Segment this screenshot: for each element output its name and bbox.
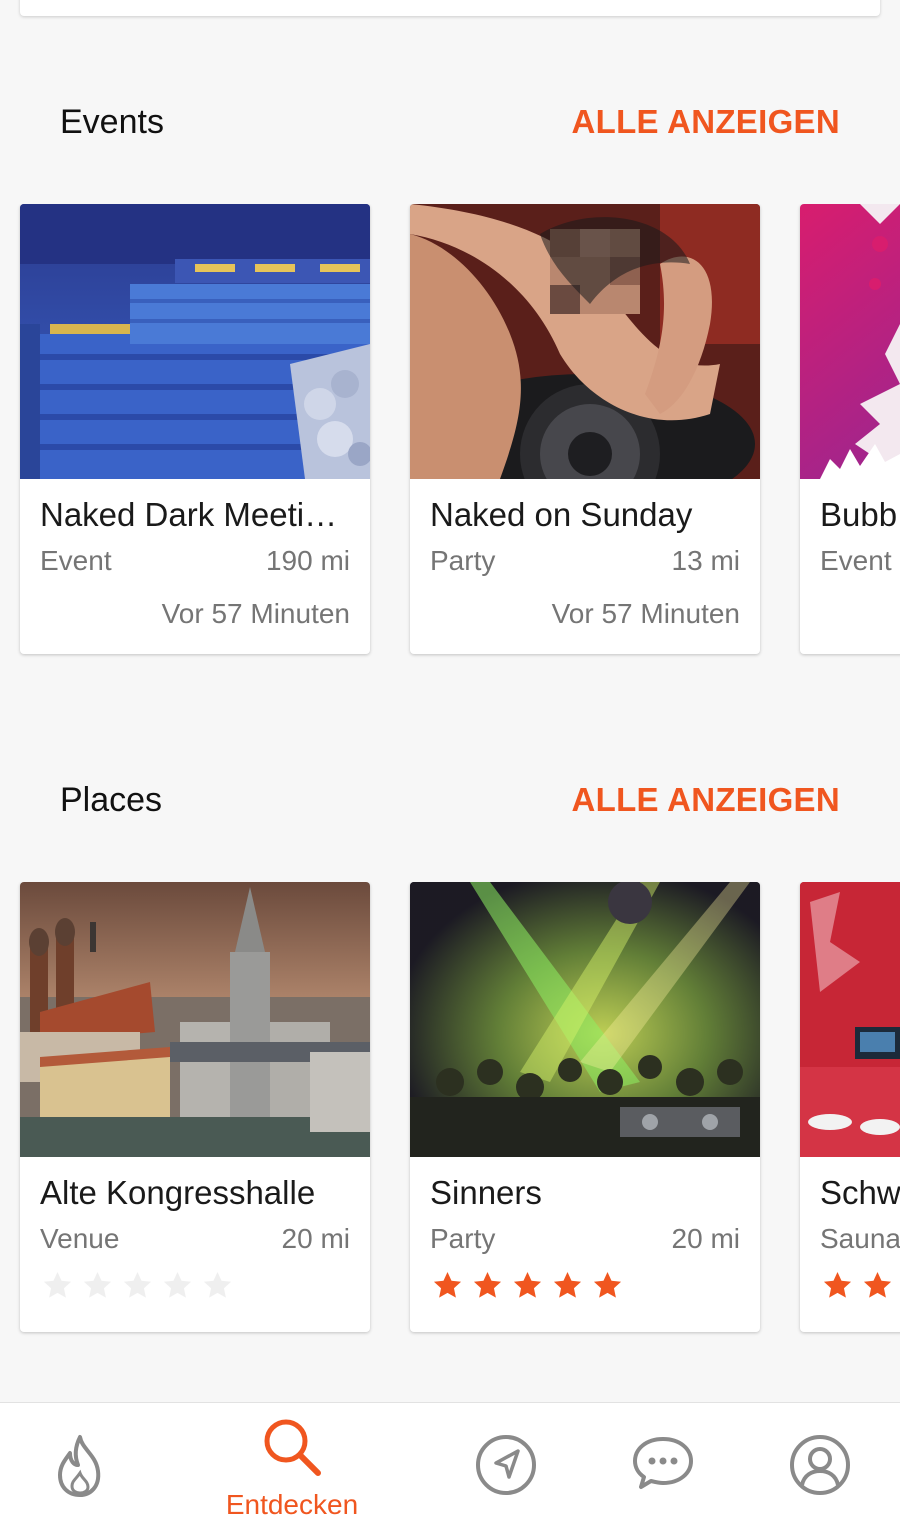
place-image-party bbox=[410, 882, 760, 1157]
event-time: Vor 57 Minuten bbox=[551, 598, 740, 629]
places-section-header: Places ALLE ANZEIGEN bbox=[0, 770, 900, 830]
events-section-title: Events bbox=[60, 102, 164, 141]
nav-discover-label: Entdecken bbox=[225, 1489, 359, 1520]
places-see-all-button[interactable]: ALLE ANZEIGEN bbox=[571, 781, 840, 819]
nav-messages[interactable] bbox=[583, 1403, 743, 1532]
place-card[interactable]: Sinners Party 20 mi bbox=[410, 882, 760, 1332]
event-image-sauna bbox=[20, 204, 370, 479]
place-type: Party bbox=[430, 1223, 496, 1254]
nav-nearby[interactable] bbox=[426, 1403, 586, 1532]
star-empty-icon bbox=[123, 1271, 152, 1298]
event-card[interactable]: Naked on Sunday Party 13 mi Vor 57 Minut… bbox=[410, 204, 760, 654]
event-type: Event bbox=[820, 545, 892, 576]
places-section-title: Places bbox=[60, 780, 163, 819]
event-image-person-motorcycle bbox=[410, 204, 760, 479]
star-filled-icon bbox=[433, 1271, 462, 1298]
star-empty-icon bbox=[163, 1271, 192, 1298]
place-rating bbox=[42, 1270, 233, 1301]
place-card[interactable]: Alte Kongresshalle Venue 20 mi bbox=[20, 882, 370, 1332]
place-card[interactable]: Schw Sauna bbox=[800, 882, 900, 1332]
event-card[interactable]: Naked Dark Meeti… Event 190 mi Vor 57 Mi… bbox=[20, 204, 370, 654]
star-filled-icon bbox=[473, 1271, 502, 1298]
event-title: Bubb bbox=[820, 496, 898, 533]
star-empty-icon bbox=[43, 1271, 72, 1298]
event-time: Vor 57 Minuten bbox=[161, 598, 350, 629]
search-icon bbox=[264, 1419, 321, 1476]
places-carousel[interactable]: Alte Kongresshalle Venue 20 mi Sinners P… bbox=[0, 882, 900, 1342]
previous-section-card[interactable] bbox=[20, 0, 880, 16]
place-type: Sauna bbox=[820, 1223, 900, 1254]
place-distance: 20 mi bbox=[281, 1223, 350, 1254]
discover-screen: Events ALLE ANZEIGEN Naked Dark Meeti… E… bbox=[0, 0, 900, 1532]
place-type: Venue bbox=[40, 1223, 120, 1254]
event-image-graphic bbox=[800, 204, 900, 479]
star-filled-icon bbox=[823, 1271, 852, 1298]
event-distance: 190 mi bbox=[265, 545, 350, 576]
star-filled-icon bbox=[513, 1271, 542, 1298]
event-type: Party bbox=[430, 545, 496, 576]
events-carousel[interactable]: Naked Dark Meeti… Event 190 mi Vor 57 Mi… bbox=[0, 204, 900, 664]
events-section-header: Events ALLE ANZEIGEN bbox=[0, 92, 900, 152]
star-filled-icon bbox=[593, 1271, 622, 1298]
nav-profile[interactable] bbox=[740, 1403, 900, 1532]
place-title: Sinners bbox=[430, 1174, 542, 1211]
star-empty-icon bbox=[83, 1271, 112, 1298]
place-title: Schw bbox=[820, 1174, 900, 1211]
place-rating bbox=[432, 1270, 623, 1301]
place-distance: 20 mi bbox=[671, 1223, 740, 1254]
place-rating bbox=[822, 1270, 900, 1301]
bottom-navigation: Entdecken bbox=[0, 1402, 900, 1532]
star-empty-icon bbox=[203, 1271, 232, 1298]
event-distance: 13 mi bbox=[671, 545, 740, 576]
event-title: Naked on Sunday bbox=[430, 496, 693, 533]
place-title: Alte Kongresshalle bbox=[40, 1174, 316, 1211]
place-image-sauna-bar bbox=[800, 882, 900, 1157]
navigation-arrow-icon bbox=[476, 1435, 536, 1495]
flame-icon bbox=[58, 1435, 101, 1497]
profile-icon bbox=[790, 1435, 850, 1495]
star-filled-icon bbox=[863, 1271, 892, 1298]
star-filled-icon bbox=[553, 1271, 582, 1298]
event-title: Naked Dark Meeti… bbox=[40, 496, 338, 533]
place-image-city bbox=[20, 882, 370, 1157]
chat-bubble-icon bbox=[633, 1437, 693, 1489]
events-see-all-button[interactable]: ALLE ANZEIGEN bbox=[571, 103, 840, 141]
nav-discover[interactable]: Entdecken bbox=[212, 1403, 372, 1532]
event-type: Event bbox=[40, 545, 112, 576]
nav-hot[interactable] bbox=[0, 1403, 160, 1532]
event-card[interactable]: Bubb Event bbox=[800, 204, 900, 654]
